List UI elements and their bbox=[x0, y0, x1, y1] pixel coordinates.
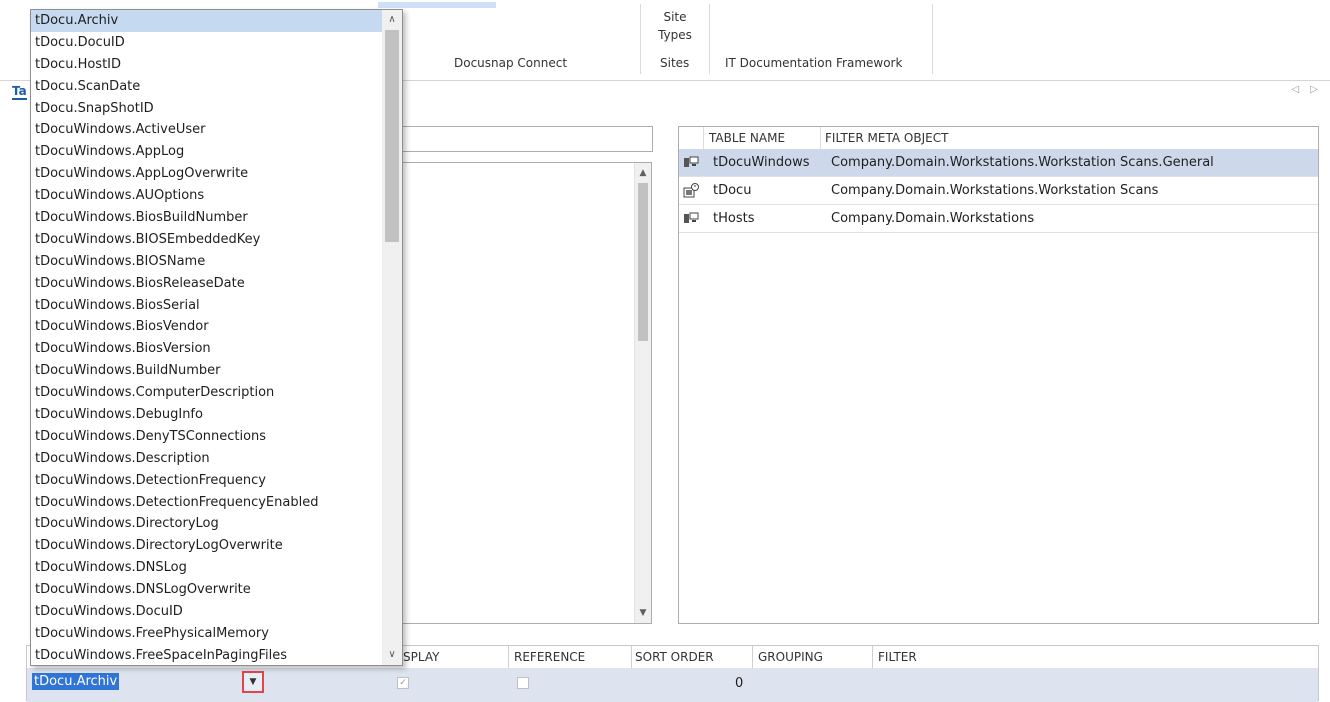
dropdown-item[interactable]: tDocuWindows.FreeSpaceInPagingFiles bbox=[31, 645, 383, 665]
dropdown-item[interactable]: tDocuWindows.DocuID bbox=[31, 601, 383, 623]
column-grouping[interactable]: GROUPING bbox=[758, 650, 823, 664]
filter-meta-object-cell: Company.Domain.Workstations.Workstation … bbox=[831, 155, 1214, 170]
table-name-cell: tDocu bbox=[713, 183, 752, 198]
column-sort-order[interactable]: SORT ORDER bbox=[635, 650, 714, 664]
dropdown-scrollbar[interactable]: ∧ ∨ bbox=[382, 10, 402, 665]
ribbon-separator bbox=[709, 4, 710, 74]
column-table-name[interactable]: TABLE NAME bbox=[709, 131, 785, 145]
ribbon-highlight bbox=[378, 2, 496, 8]
scroll-up-icon[interactable]: ▲ bbox=[635, 165, 651, 181]
tab-tables[interactable]: Ta bbox=[12, 84, 27, 100]
field-list-scrollbar[interactable]: ▲ ▼ bbox=[634, 163, 651, 623]
dropdown-item[interactable]: tDocuWindows.BiosVendor bbox=[31, 316, 383, 338]
site-types-line1: Site bbox=[663, 10, 687, 24]
dropdown-items: tDocu.Archiv tDocu.DocuID tDocu.HostID tDoc… bbox=[31, 10, 383, 665]
dropdown-item[interactable]: tDocu.ScanDate bbox=[31, 76, 383, 98]
column-reference[interactable]: REFERENCE bbox=[514, 650, 585, 664]
field-name-cell[interactable]: tDocu.Archiv bbox=[32, 673, 120, 690]
scroll-up-icon[interactable]: ∧ bbox=[382, 10, 402, 30]
dropdown-item[interactable]: tDocuWindows.DebugInfo bbox=[31, 404, 383, 426]
workstation-icon bbox=[684, 212, 699, 223]
dropdown-item[interactable]: tDocu.DocuID bbox=[31, 32, 383, 54]
field-dropdown-list[interactable]: tDocu.Archiv tDocu.DocuID tDocu.HostID tDoc… bbox=[30, 9, 403, 666]
field-search-input[interactable] bbox=[400, 126, 653, 152]
dropdown-item[interactable]: tDocuWindows.BiosReleaseDate bbox=[31, 273, 383, 295]
dropdown-item[interactable]: tDocuWindows.DNSLogOverwrite bbox=[31, 579, 383, 601]
dropdown-item[interactable]: tDocuWindows.BIOSName bbox=[31, 251, 383, 273]
scroll-down-icon[interactable]: ∨ bbox=[382, 645, 402, 665]
dropdown-item[interactable]: tDocuWindows.BiosVersion bbox=[31, 338, 383, 360]
dropdown-item[interactable]: tDocuWindows.ComputerDescription bbox=[31, 382, 383, 404]
scan-history-icon bbox=[683, 183, 699, 198]
dropdown-item[interactable]: tDocuWindows.DirectoryLog bbox=[31, 513, 383, 535]
scroll-thumb[interactable] bbox=[638, 183, 648, 341]
dropdown-item[interactable]: tDocu.Archiv bbox=[31, 10, 383, 32]
ribbon-separator bbox=[640, 4, 641, 74]
table-row[interactable]: tHosts Company.Domain.Workstations bbox=[679, 205, 1318, 233]
dropdown-item[interactable]: tDocuWindows.DirectoryLogOverwrite bbox=[31, 535, 383, 557]
dropdown-item[interactable]: tDocuWindows.BiosBuildNumber bbox=[31, 207, 383, 229]
display-checkbox[interactable]: ✓ bbox=[397, 677, 409, 689]
field-list[interactable]: ▲ ▼ bbox=[402, 162, 652, 624]
dropdown-item[interactable]: tDocuWindows.ActiveUser bbox=[31, 119, 383, 141]
column-display[interactable]: SPLAY bbox=[403, 650, 439, 664]
workstation-icon bbox=[684, 156, 699, 167]
dropdown-item[interactable]: tDocuWindows.BIOSEmbeddedKey bbox=[31, 229, 383, 251]
grid-row[interactable]: tDocu.Archiv ▼ ✓ 0 bbox=[27, 668, 1318, 702]
table-row[interactable]: tDocuWindows Company.Domain.Workstations… bbox=[679, 149, 1318, 177]
table-name-cell: tHosts bbox=[713, 211, 755, 226]
table-name-cell: tDocuWindows bbox=[713, 155, 810, 170]
dropdown-item[interactable]: tDocuWindows.BuildNumber bbox=[31, 360, 383, 382]
filter-meta-object-cell: Company.Domain.Workstations.Workstation … bbox=[831, 183, 1159, 198]
table-row[interactable]: tDocu Company.Domain.Workstations.Workst… bbox=[679, 177, 1318, 205]
header-divider bbox=[820, 127, 821, 149]
dropdown-item[interactable]: tDocuWindows.AppLogOverwrite bbox=[31, 163, 383, 185]
column-filter-meta-object[interactable]: FILTER META OBJECT bbox=[825, 131, 948, 145]
site-types-line2: Types bbox=[658, 28, 692, 42]
sort-order-cell[interactable]: 0 bbox=[735, 676, 743, 691]
chevron-down-icon[interactable]: ▼ bbox=[242, 671, 264, 693]
ribbon-separator bbox=[932, 4, 933, 74]
dropdown-item[interactable]: tDocuWindows.DNSLog bbox=[31, 557, 383, 579]
dropdown-item[interactable]: tDocuWindows.DetectionFrequency bbox=[31, 470, 383, 492]
dropdown-item[interactable]: tDocu.HostID bbox=[31, 54, 383, 76]
dropdown-item[interactable]: tDocu.SnapShotID bbox=[31, 98, 383, 120]
docusnap-connect-group-label: Docusnap Connect bbox=[454, 56, 568, 70]
dropdown-item[interactable]: tDocuWindows.BiosSerial bbox=[31, 295, 383, 317]
dropdown-item[interactable]: tDocuWindows.AUOptions bbox=[31, 185, 383, 207]
tab-scroll-arrows[interactable]: ◁ ▷ bbox=[1291, 84, 1322, 95]
sites-group-label: Sites bbox=[660, 56, 690, 70]
dropdown-item[interactable]: tDocuWindows.FreePhysicalMemory bbox=[31, 623, 383, 645]
it-documentation-framework-group-label: IT Documentation Framework bbox=[725, 56, 903, 70]
dropdown-item[interactable]: tDocuWindows.DenyTSConnections bbox=[31, 426, 383, 448]
column-filter[interactable]: FILTER bbox=[878, 650, 917, 664]
reference-checkbox[interactable] bbox=[517, 677, 529, 689]
tables-header: TABLE NAME FILTER META OBJECT bbox=[679, 127, 1318, 150]
header-divider bbox=[703, 127, 704, 149]
dropdown-item[interactable]: tDocuWindows.Description bbox=[31, 448, 383, 470]
scroll-thumb[interactable] bbox=[385, 30, 399, 242]
site-types-button[interactable]: Site Types bbox=[655, 8, 695, 44]
filter-meta-object-cell: Company.Domain.Workstations bbox=[831, 211, 1035, 226]
scroll-down-icon[interactable]: ▼ bbox=[635, 605, 651, 621]
dropdown-item[interactable]: tDocuWindows.DetectionFrequencyEnabled bbox=[31, 492, 383, 514]
tables-panel: TABLE NAME FILTER META OBJECT tDocuWindo… bbox=[678, 126, 1319, 624]
dropdown-item[interactable]: tDocuWindows.AppLog bbox=[31, 141, 383, 163]
